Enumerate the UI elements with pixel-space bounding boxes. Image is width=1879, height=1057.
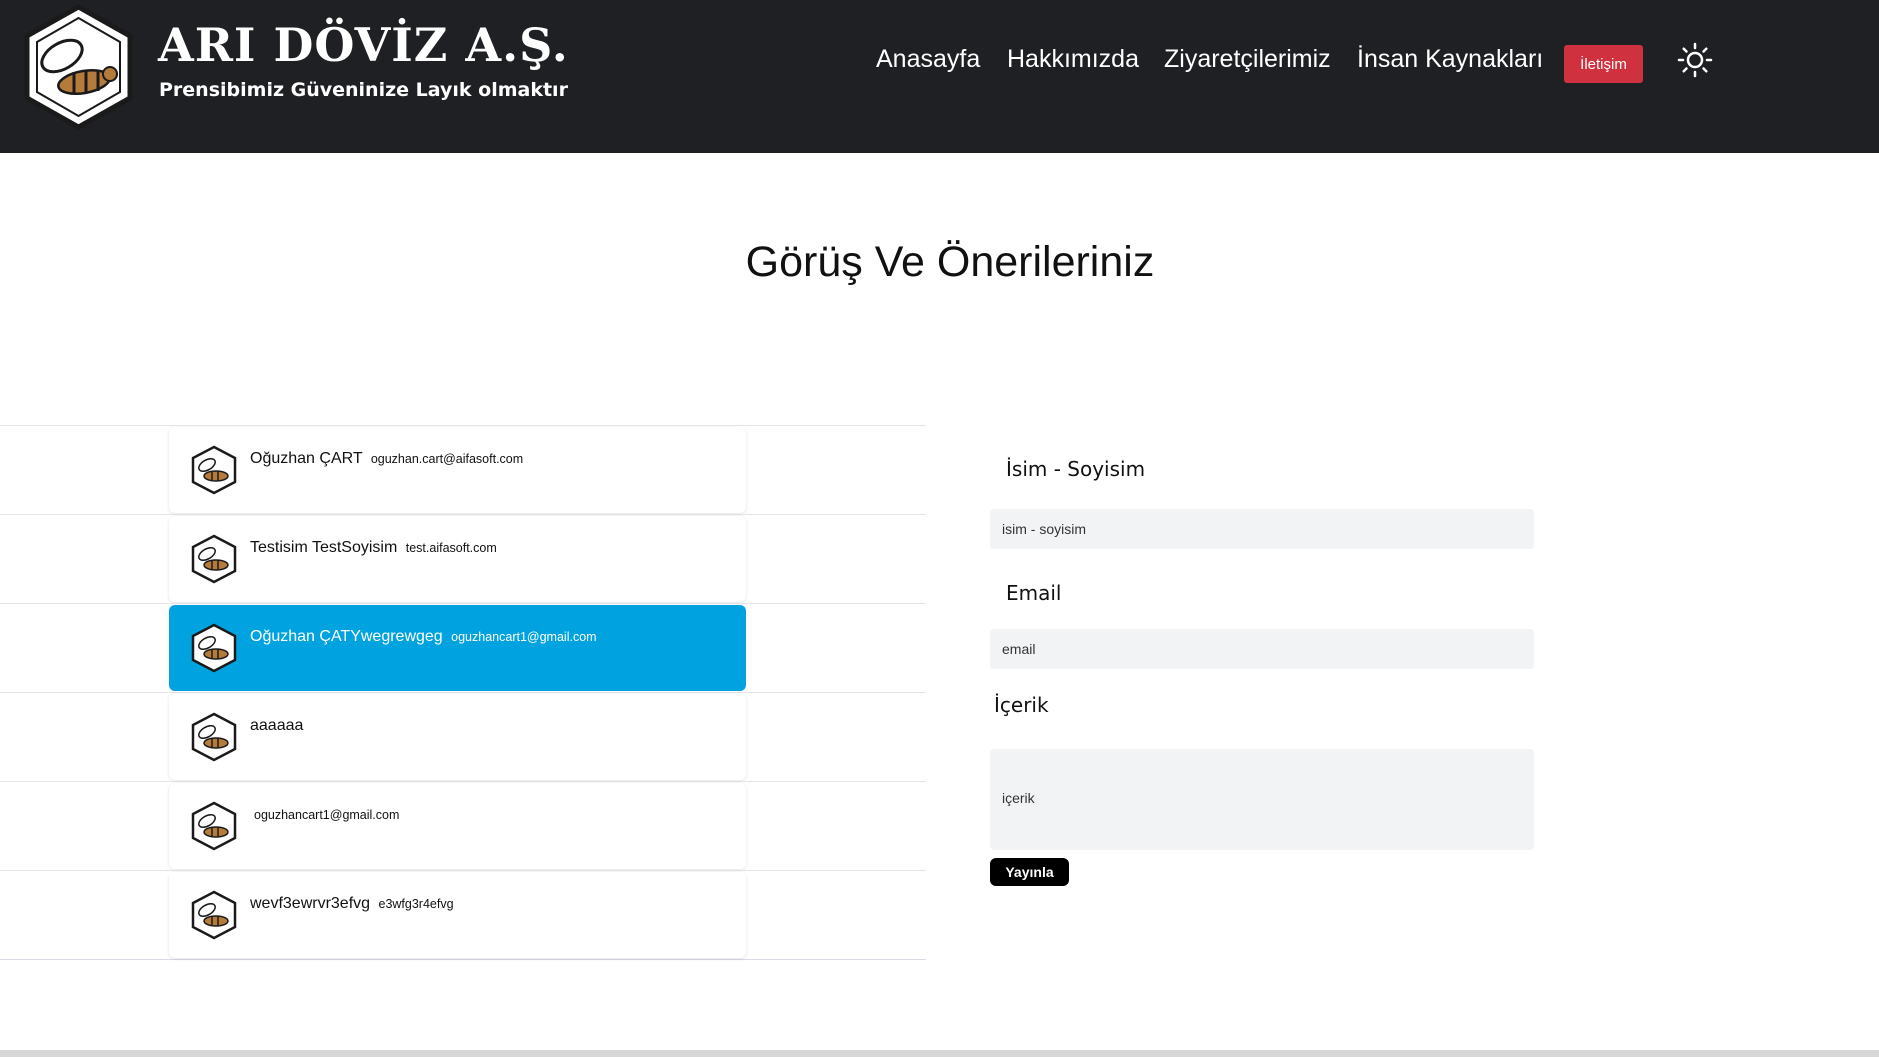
comment-email: test.aifasoft.com [405,541,497,555]
site-header: ARI DÖVİZ A.Ş. Prensibimiz Güveninize La… [0,0,1879,153]
nav-human-resources[interactable]: İnsan Kaynakları [1357,45,1543,74]
bee-logo-icon[interactable] [22,4,135,130]
bee-avatar-icon [191,445,237,495]
nav-visitors[interactable]: Ziyaretçilerimiz [1164,45,1331,74]
list-item: Oğuzhan ÇART oguzhan.cart@aifasoft.com [0,425,926,514]
comment-email: oguzhancart1@gmail.com [451,630,597,644]
brand-title: ARI DÖVİZ A.Ş. [158,18,569,72]
list-item: Oğuzhan ÇATYwegrewgeg oguzhancart1@gmail… [0,603,926,692]
nav-home[interactable]: Anasayfa [876,45,980,74]
comment-card[interactable]: Testisim TestSoyisim test.aifasoft.com [169,516,746,602]
list-item: wevf3ewrvr3efvg e3wfg3r4efvg [0,870,926,960]
comment-name: Oğuzhan ÇATYwegrewgeg [250,628,443,645]
page-title: Görüş Ve Önerileriniz [745,238,1155,286]
email-input[interactable] [990,629,1534,669]
contact-button[interactable]: İletişim [1564,45,1643,83]
publish-button[interactable]: Yayınla [990,858,1069,886]
bee-avatar-icon [191,534,237,584]
comment-name: Testisim TestSoyisim [250,539,398,556]
comment-card[interactable]: oguzhancart1@gmail.com [169,783,746,869]
sun-icon[interactable] [1677,42,1713,78]
list-item: oguzhancart1@gmail.com [0,781,926,870]
bee-avatar-icon [191,712,237,762]
bee-avatar-icon [191,890,237,940]
comment-list: Oğuzhan ÇART oguzhan.cart@aifasoft.com T… [0,425,926,960]
bee-avatar-icon [191,801,237,851]
content-textarea[interactable] [990,749,1534,850]
content-label: İçerik [994,693,1049,717]
list-item: Testisim TestSoyisim test.aifasoft.com [0,514,926,603]
comment-email: oguzhan.cart@aifasoft.com [370,452,524,466]
footer-divider [0,1050,1879,1057]
comment-card-selected[interactable]: Oğuzhan ÇATYwegrewgeg oguzhancart1@gmail… [169,605,746,691]
nav-about[interactable]: Hakkımızda [1007,45,1139,74]
comment-name: aaaaaa [250,717,304,734]
comment-card[interactable]: aaaaaa [169,694,746,780]
comment-card[interactable]: wevf3ewrvr3efvg e3wfg3r4efvg [169,872,746,958]
brand-subtitle: Prensibimiz Güveninize Layık olmaktır [159,79,568,101]
comment-name: wevf3ewrvr3efvg [250,895,371,912]
bee-avatar-icon [191,623,237,673]
comment-card[interactable]: Oğuzhan ÇART oguzhan.cart@aifasoft.com [169,427,746,513]
comment-name: Oğuzhan ÇART [250,450,363,467]
list-item: aaaaaa [0,692,926,781]
name-input[interactable] [990,509,1534,549]
name-label: İsim - Soyisim [1006,457,1146,481]
email-label: Email [1006,581,1062,605]
comment-email: e3wfg3r4efvg [378,897,454,911]
comment-email: oguzhancart1@gmail.com [254,808,400,822]
